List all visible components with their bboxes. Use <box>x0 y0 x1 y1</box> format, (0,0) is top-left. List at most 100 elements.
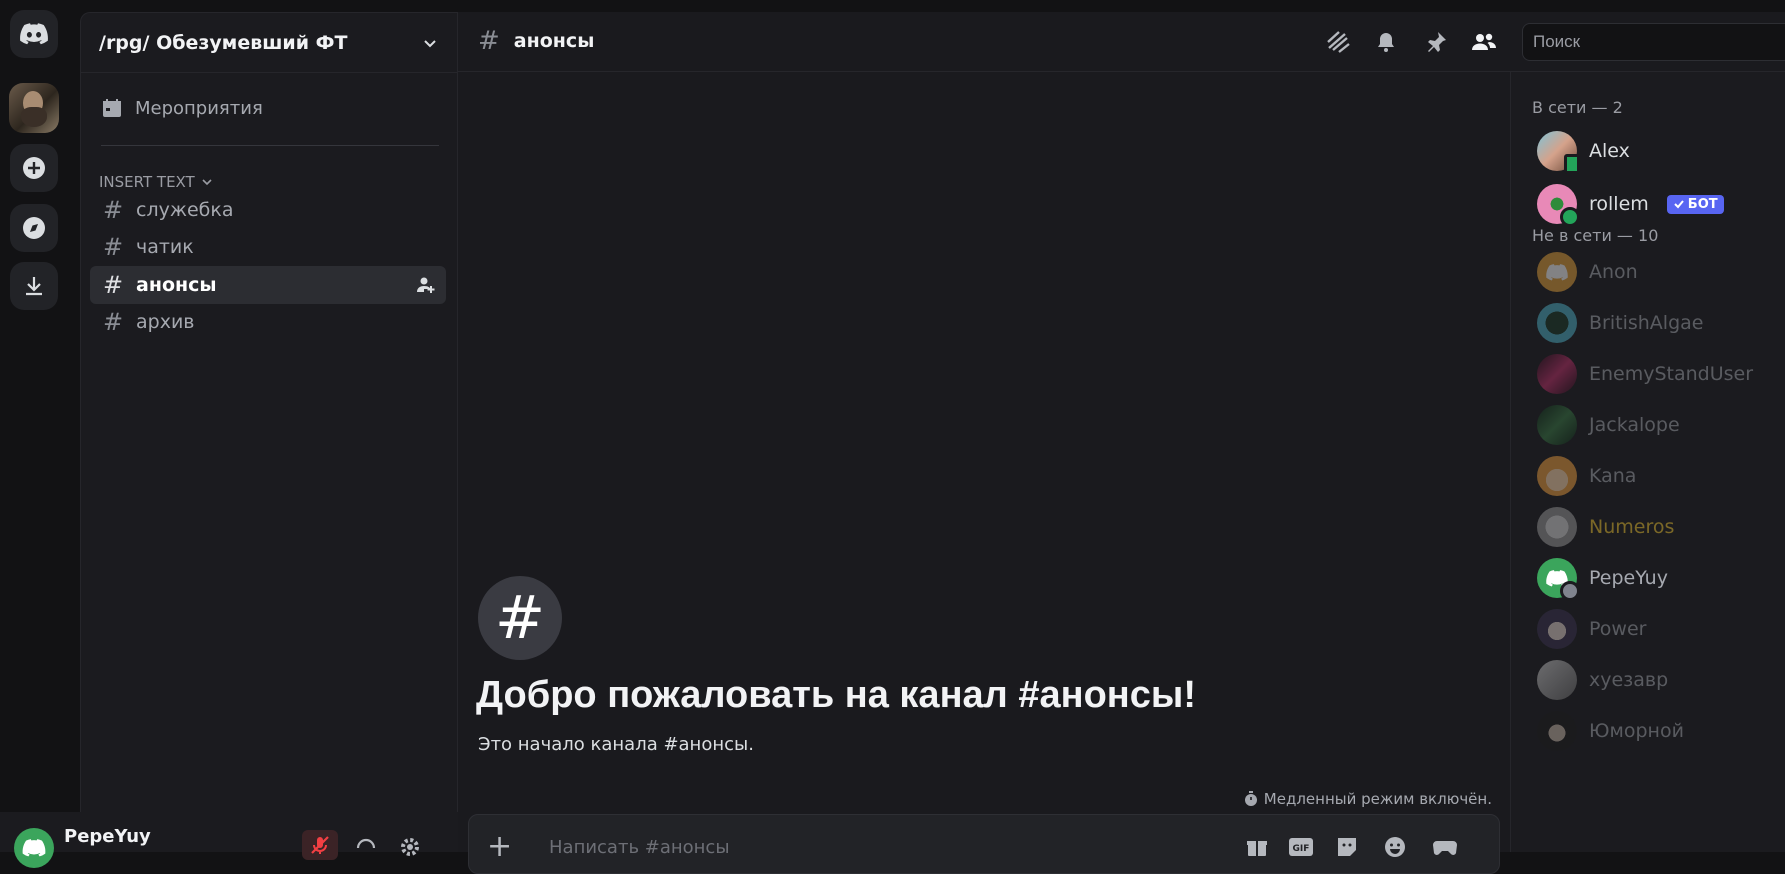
server-icon-rpg[interactable] <box>9 83 59 133</box>
welcome-title: Добро пожаловать на канал #анонсы! <box>476 674 1196 716</box>
bot-badge: БОТ <box>1666 194 1724 214</box>
channel-title: # анонсы <box>478 26 594 56</box>
member-name: Numeros <box>1589 516 1675 538</box>
threads-button[interactable] <box>1324 28 1352 56</box>
slowmode-text: Медленный режим включён. <box>1263 790 1492 808</box>
member-item-power[interactable]: Power <box>1537 607 1646 651</box>
channel-hashtag-avatar: # <box>478 576 562 660</box>
message-input[interactable]: Написать #анонсы <box>549 837 730 858</box>
member-item-pepeyuy[interactable]: PepeYuy <box>1537 556 1668 601</box>
channel-item-anonsy[interactable]: # анонсы <box>90 266 446 304</box>
member-name: Kana <box>1589 465 1637 487</box>
member-name: Anon <box>1589 261 1638 283</box>
member-name: Jackalope <box>1589 414 1680 436</box>
member-item-khuezavr[interactable]: хуезавр <box>1537 658 1668 702</box>
invisible-status-icon <box>1560 581 1580 601</box>
member-name: хуезавр <box>1589 669 1669 691</box>
member-item-rollem[interactable]: rollem БОТ <box>1537 182 1724 227</box>
member-name: Юморной <box>1589 720 1684 742</box>
server-name: /rpg/ Обезумевший ФТ <box>99 31 348 54</box>
member-name: rollem <box>1589 193 1649 215</box>
channel-name: анонсы <box>136 274 217 296</box>
hashtag-icon: # <box>102 233 124 261</box>
avatar <box>1537 456 1577 496</box>
add-attachment-icon[interactable]: + <box>487 829 512 864</box>
server-rail <box>0 0 70 852</box>
category-insert-text[interactable]: INSERT TEXT <box>99 173 213 191</box>
deafen-button[interactable] <box>348 830 384 860</box>
avatar <box>1537 405 1577 445</box>
avatar <box>1537 354 1577 394</box>
welcome-subtitle: Это начало канала #анонсы. <box>478 734 754 755</box>
avatar <box>1537 252 1577 292</box>
threads-icon <box>1325 30 1351 54</box>
gift-icon <box>1245 835 1269 859</box>
hashtag-icon: # <box>478 26 500 56</box>
member-item-anon[interactable]: Anon <box>1537 250 1638 294</box>
avatar <box>1537 184 1580 227</box>
channel-name: архив <box>136 311 195 333</box>
channel-item-arkhiv[interactable]: # архив <box>90 303 446 341</box>
member-item-enemystanduser[interactable]: EnemyStandUser <box>1537 352 1753 396</box>
chevron-down-icon <box>201 176 213 188</box>
avatar <box>1537 558 1580 601</box>
avatar <box>1537 303 1577 343</box>
member-item-britishalgae[interactable]: BritishAlgae <box>1537 301 1703 345</box>
category-label: INSERT TEXT <box>99 173 195 191</box>
stopwatch-icon <box>1244 791 1258 807</box>
compass-icon <box>21 215 47 241</box>
channel-name: чатик <box>136 236 194 258</box>
sticker-button[interactable] <box>1333 833 1361 861</box>
search-input[interactable]: Поиск <box>1522 23 1785 61</box>
member-name: BritishAlgae <box>1589 312 1704 334</box>
member-name: PepeYuy <box>1589 567 1668 589</box>
notifications-button[interactable] <box>1372 28 1400 56</box>
plus-circle-icon <box>21 155 47 181</box>
gear-icon <box>398 833 422 857</box>
hashtag-icon: # <box>102 271 124 299</box>
pinned-messages-button[interactable] <box>1422 28 1450 56</box>
member-list-button[interactable] <box>1470 28 1498 56</box>
calendar-icon <box>101 97 123 119</box>
emoji-button[interactable] <box>1381 833 1409 861</box>
user-settings-button[interactable] <box>392 830 428 860</box>
headphones-icon <box>355 834 377 856</box>
member-item-alex[interactable]: Alex <box>1537 129 1630 174</box>
channel-sidebar: /rpg/ Обезумевший ФТ Мероприятия INSERT … <box>80 12 458 852</box>
add-member-icon[interactable] <box>416 275 436 295</box>
member-item-kana[interactable]: Kana <box>1537 454 1636 498</box>
channel-name: служебка <box>136 199 234 221</box>
member-item-numeros[interactable]: Numeros <box>1537 505 1674 549</box>
gif-button[interactable]: GIF <box>1287 833 1315 861</box>
chat-area: # Добро пожаловать на канал #анонсы! Это… <box>458 72 1510 874</box>
member-item-yumornoi[interactable]: Юморной <box>1537 709 1684 753</box>
mute-button[interactable] <box>302 830 338 860</box>
member-name: Alex <box>1589 140 1630 162</box>
avatar <box>1537 507 1577 547</box>
hashtag-icon: # <box>102 308 124 336</box>
svg-text:GIF: GIF <box>1293 844 1310 854</box>
add-server-button[interactable] <box>10 144 58 192</box>
pin-icon <box>1424 30 1448 54</box>
activities-button[interactable] <box>1431 833 1459 861</box>
discover-button[interactable] <box>10 204 58 252</box>
message-composer[interactable]: + Написать #анонсы GIF <box>468 814 1500 874</box>
events-item[interactable]: Мероприятия <box>101 97 263 119</box>
user-name: PepeYuy <box>64 826 151 847</box>
channel-title-text: анонсы <box>513 30 595 52</box>
offline-section-header: Не в сети — 10 <box>1532 226 1659 245</box>
member-list: В сети — 2 Alex rollem БОТ Не в сети — 1… <box>1510 72 1785 852</box>
gift-button[interactable] <box>1243 833 1271 861</box>
channel-item-chatik[interactable]: # чатик <box>90 228 446 266</box>
discord-home-button[interactable] <box>10 10 58 58</box>
download-apps-button[interactable] <box>10 262 58 310</box>
avatar[interactable] <box>14 828 54 868</box>
server-header[interactable]: /rpg/ Обезумевший ФТ <box>81 13 457 73</box>
emoji-icon <box>1383 835 1407 859</box>
member-item-jackalope[interactable]: Jackalope <box>1537 403 1680 447</box>
channel-header: # анонсы Поиск <box>458 12 1785 72</box>
user-panel: PepeYuy <box>0 812 458 868</box>
avatar <box>1537 660 1577 700</box>
channel-item-sluzhebka[interactable]: # служебка <box>90 191 446 229</box>
mobile-status-icon <box>1564 154 1580 174</box>
